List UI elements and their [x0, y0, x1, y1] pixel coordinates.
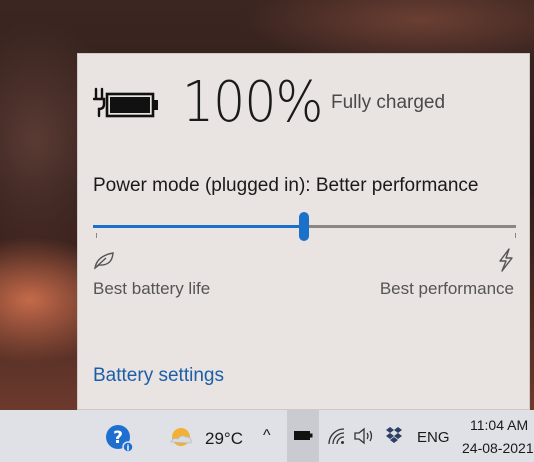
leaf-icon	[94, 252, 114, 270]
battery-status: Fully charged	[331, 92, 446, 113]
battery-plugged-icon	[93, 87, 158, 118]
weather-icon[interactable]	[167, 423, 195, 451]
slider-tick	[515, 233, 516, 238]
wifi-icon[interactable]	[327, 427, 345, 445]
taskbar: ? i 29°C ^ ENG 11:04 AM 24-08-2021	[0, 410, 534, 462]
language-indicator[interactable]: ENG	[417, 429, 450, 446]
battery-settings-link[interactable]: Battery settings	[93, 365, 224, 387]
battery-icon	[294, 431, 313, 440]
svg-text:i: i	[127, 444, 130, 453]
power-mode-label: Power mode (plugged in): Better performa…	[93, 175, 479, 196]
clock-date[interactable]: 24-08-2021	[462, 440, 534, 456]
clock-time[interactable]: 11:04 AM	[470, 417, 528, 433]
battery-flyout: 100% Fully charged Power mode (plugged i…	[77, 53, 530, 410]
help-icon[interactable]: ? i	[104, 423, 134, 453]
volume-icon[interactable]	[353, 427, 375, 445]
lightning-bolt-icon	[499, 248, 513, 272]
battery-tray-button[interactable]	[287, 410, 319, 462]
svg-text:?: ?	[113, 428, 123, 448]
slider-tick	[96, 233, 97, 238]
best-performance-label: Best performance	[379, 279, 514, 298]
dropbox-icon[interactable]	[385, 426, 403, 444]
power-slider-track-filled[interactable]	[93, 225, 305, 228]
chevron-up-icon[interactable]: ^	[263, 427, 271, 445]
temperature[interactable]: 29°C	[205, 429, 243, 449]
battery-percentage: 100%	[182, 70, 323, 135]
best-battery-life-label: Best battery life	[93, 279, 211, 298]
power-slider-track[interactable]	[305, 225, 516, 228]
power-slider-thumb[interactable]	[299, 212, 309, 241]
